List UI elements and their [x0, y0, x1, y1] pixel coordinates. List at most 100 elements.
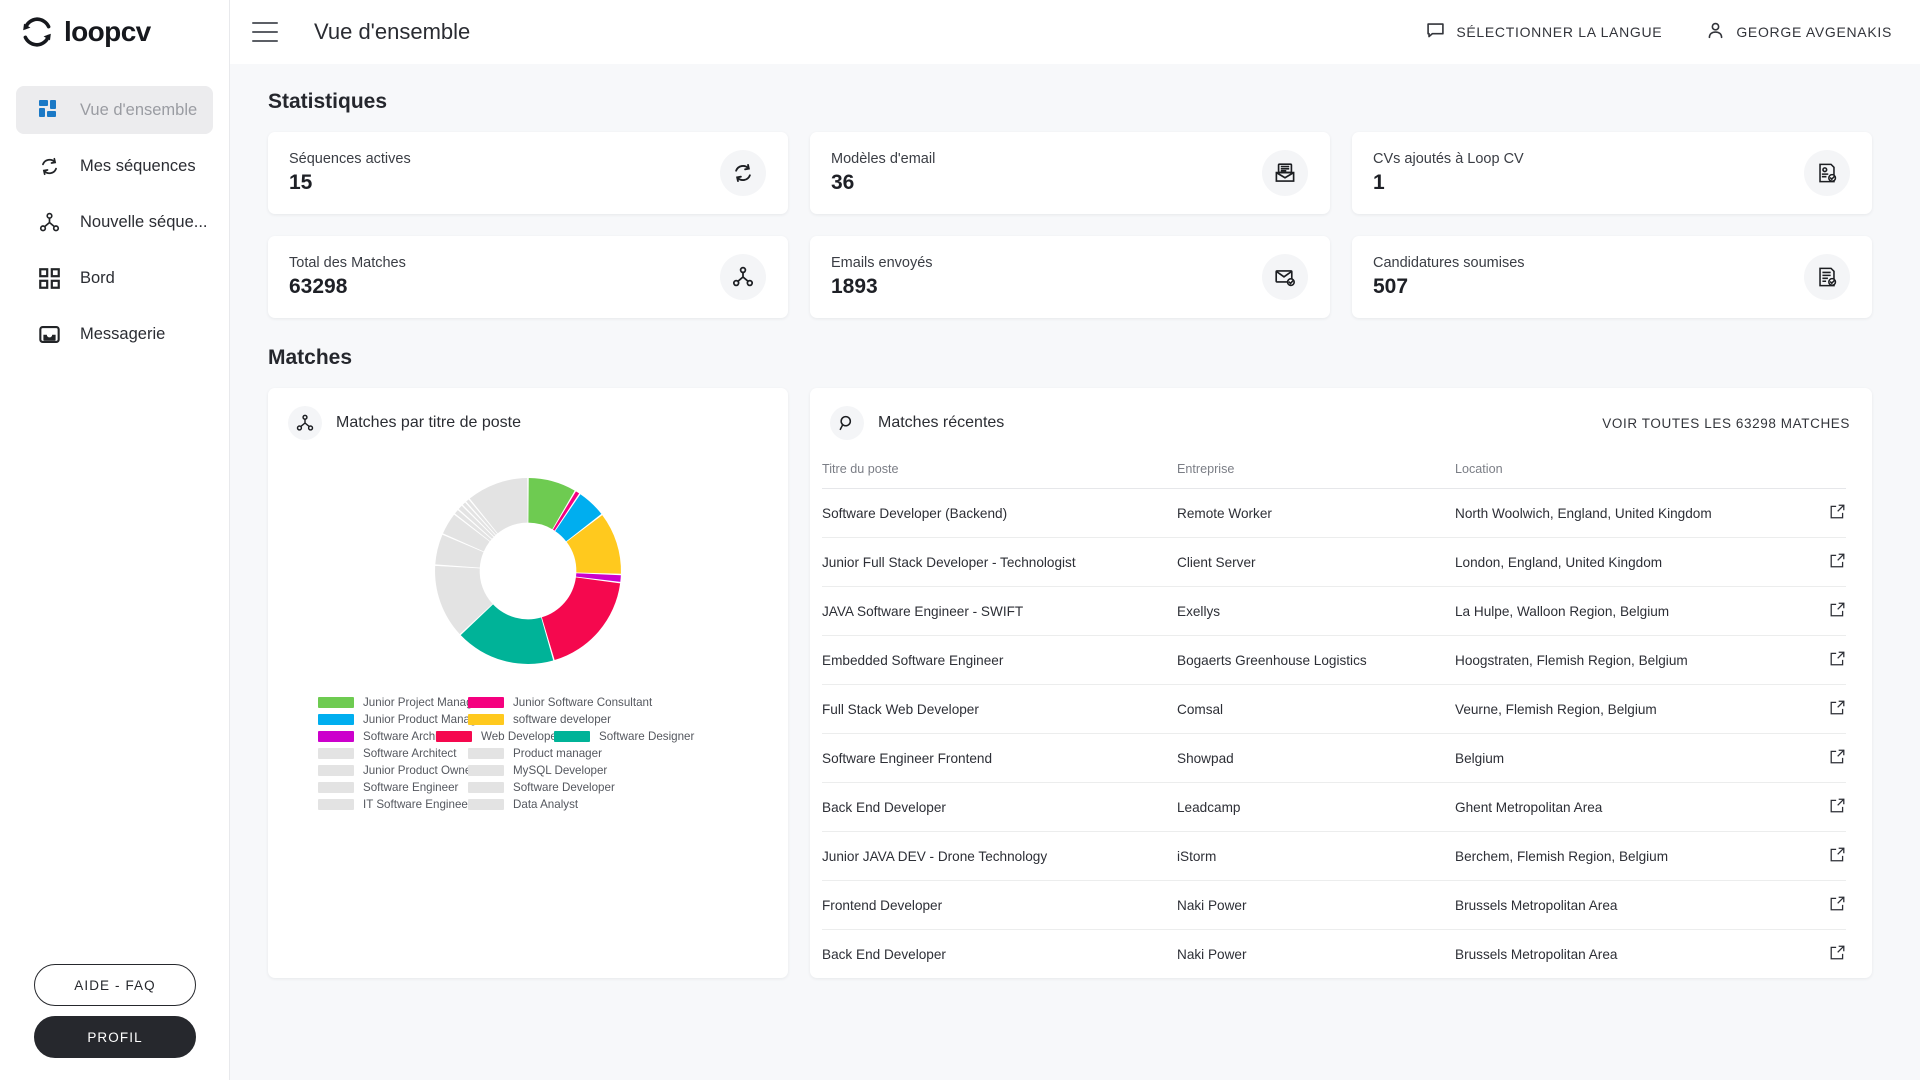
- legend-color-swatch: [468, 697, 504, 708]
- hamburger-icon[interactable]: [252, 22, 278, 42]
- cell-action[interactable]: [1786, 587, 1846, 636]
- legend-item[interactable]: IT Software Engineer: [318, 798, 472, 811]
- sidebar-item-nouvelle-sequence[interactable]: Nouvelle séque...: [16, 198, 213, 246]
- table-row[interactable]: Full Stack Web Developer Comsal Veurne, Fl…: [822, 685, 1846, 734]
- stat-card-sequences-actives[interactable]: Séquences actives 15: [268, 132, 788, 214]
- panel-header: Matches par titre de poste: [268, 388, 788, 446]
- sidebar-item-label: Nouvelle séque...: [80, 212, 208, 231]
- help-faq-button[interactable]: AIDE - FAQ: [34, 964, 196, 1006]
- cell-company: Remote Worker: [1177, 505, 1272, 521]
- external-link-icon[interactable]: [1829, 748, 1846, 765]
- legend-label: Junior Software Consultant: [513, 696, 653, 709]
- column-header-title: Titre du poste: [822, 462, 899, 476]
- table-row[interactable]: Junior JAVA DEV - Drone Technology iStorm…: [822, 832, 1846, 881]
- stat-card-cvs-ajoutes[interactable]: CVs ajoutés à Loop CV 1: [1352, 132, 1872, 214]
- donut-slice[interactable]: [541, 577, 621, 661]
- stat-card-emails-envoyes[interactable]: Emails envoyés 1893: [810, 236, 1330, 318]
- stat-value: 1: [1373, 171, 1385, 194]
- stat-card-modeles-demail[interactable]: Modèles d'email 36: [810, 132, 1330, 214]
- sidebar-item-label: Vue d'ensemble: [80, 100, 198, 119]
- table-row[interactable]: Back End Developer Leadcamp Ghent Metropol…: [822, 783, 1846, 832]
- cell-job-title: Software Developer (Backend): [822, 505, 1008, 521]
- cell-location: Brussels Metropolitan Area: [1455, 946, 1618, 962]
- table-row[interactable]: Back End Developer Naki Power Brussels Met…: [822, 930, 1846, 979]
- external-link-icon[interactable]: [1829, 601, 1846, 618]
- legend-color-swatch: [318, 765, 354, 776]
- external-link-icon[interactable]: [1829, 797, 1846, 814]
- table-row[interactable]: Frontend Developer Naki Power Brussels Met…: [822, 881, 1846, 930]
- stat-value: 507: [1373, 275, 1409, 298]
- cell-company: Naki Power: [1177, 897, 1247, 913]
- cell-action[interactable]: [1786, 636, 1846, 685]
- legend-item[interactable]: Software Engineer: [318, 781, 468, 794]
- legend-item[interactable]: Junior Project Manager: [318, 696, 483, 709]
- cell-action[interactable]: [1786, 881, 1846, 930]
- external-link-icon[interactable]: [1829, 895, 1846, 912]
- header-actions: SÉLECTIONNER LA LANGUE GEORGE AVGENAKIS: [1426, 21, 1892, 43]
- legend-item[interactable]: Software Designer: [554, 730, 694, 743]
- legend-item[interactable]: Junior Product Owner: [318, 764, 475, 777]
- external-link-icon[interactable]: [1829, 503, 1846, 520]
- cell-action[interactable]: [1786, 538, 1846, 587]
- main-content: Statistiques Séquences actives 15 Modèle…: [230, 64, 1920, 1080]
- stat-label: Modèles d'email: [831, 151, 936, 167]
- legend-label: Software Engineer: [363, 781, 459, 794]
- external-link-icon[interactable]: [1829, 650, 1846, 667]
- sidebar-item-label: Mes séquences: [80, 156, 196, 175]
- legend-label: software developer: [513, 713, 611, 726]
- cell-action[interactable]: [1786, 832, 1846, 881]
- external-link-icon[interactable]: [1829, 552, 1846, 569]
- view-all-matches-link[interactable]: VOIR TOUTES LES 63298 MATCHES: [1602, 416, 1850, 431]
- sidebar-item-messagerie[interactable]: Messagerie: [16, 310, 213, 358]
- legend-item[interactable]: Product manager: [468, 747, 602, 760]
- cell-location: Belgium: [1455, 750, 1505, 766]
- cell-action[interactable]: [1786, 930, 1846, 979]
- legend-item[interactable]: Junior Software Consultant: [468, 696, 652, 709]
- recent-matches-panel: Matches récentes VOIR TOUTES LES 63298 M…: [810, 388, 1872, 978]
- select-language-button[interactable]: SÉLECTIONNER LA LANGUE: [1426, 21, 1662, 43]
- select-language-label: SÉLECTIONNER LA LANGUE: [1456, 24, 1663, 40]
- legend-item[interactable]: Software Developer: [468, 781, 615, 794]
- legend-label: Junior Product Owner: [363, 764, 476, 777]
- legend-color-swatch: [468, 714, 504, 725]
- table-row[interactable]: Junior Full Stack Developer - Technologi…: [822, 538, 1846, 587]
- donut-chart-svg[interactable]: [408, 456, 648, 686]
- legend-item[interactable]: software developer: [468, 713, 611, 726]
- legend-item[interactable]: Junior Product Manager: [318, 713, 487, 726]
- legend-label: Software Architect: [363, 747, 457, 760]
- external-link-icon[interactable]: [1829, 846, 1846, 863]
- cell-action[interactable]: [1786, 734, 1846, 783]
- legend-item[interactable]: Software Architect: [318, 730, 456, 743]
- inbox-icon: [38, 323, 60, 345]
- external-link-icon[interactable]: [1829, 699, 1846, 716]
- legend-item[interactable]: MySQL Developer: [468, 764, 607, 777]
- brand[interactable]: loopcv: [0, 0, 229, 64]
- cell-company: Client Server: [1177, 554, 1256, 570]
- sidebar-item-mes-sequences[interactable]: Mes séquences: [16, 142, 213, 190]
- table-row[interactable]: JAVA Software Engineer - SWIFT Exellys La …: [822, 587, 1846, 636]
- brand-name: loopcv: [64, 16, 151, 47]
- legend-item[interactable]: Web Developer: [436, 730, 561, 743]
- cell-action[interactable]: [1786, 685, 1846, 734]
- column-header-location: Location: [1455, 462, 1503, 476]
- cv-check-icon: [1804, 150, 1850, 196]
- profile-button[interactable]: PROFIL: [34, 1016, 196, 1058]
- table-row[interactable]: Software Engineer Frontend Showpad Belgium: [822, 734, 1846, 783]
- cell-job-title: Junior Full Stack Developer - Technologi…: [822, 554, 1076, 570]
- cell-job-title: Back End Developer: [822, 799, 946, 815]
- legend-item[interactable]: Software Architect: [318, 747, 468, 760]
- matches-section-title: Matches: [268, 346, 353, 369]
- stat-card-total-des-matches[interactable]: Total des Matches 63298: [268, 236, 788, 318]
- legend-item[interactable]: Data Analyst: [468, 798, 578, 811]
- legend-row: Software Architect Product manager: [318, 747, 748, 760]
- cell-action[interactable]: [1786, 783, 1846, 832]
- table-row[interactable]: Embedded Software Engineer Bogaerts Green…: [822, 636, 1846, 685]
- stat-card-candidatures-soumises[interactable]: Candidatures soumises 507: [1352, 236, 1872, 318]
- search-icon: [830, 406, 864, 440]
- cell-action[interactable]: [1786, 489, 1846, 538]
- user-menu-button[interactable]: GEORGE AVGENAKIS: [1706, 21, 1892, 43]
- sidebar-item-vue-densemble[interactable]: Vue d'ensemble: [16, 86, 213, 134]
- sidebar-item-bord[interactable]: Bord: [16, 254, 213, 302]
- table-row[interactable]: Software Developer (Backend) Remote Worke…: [822, 489, 1846, 538]
- external-link-icon[interactable]: [1829, 944, 1846, 961]
